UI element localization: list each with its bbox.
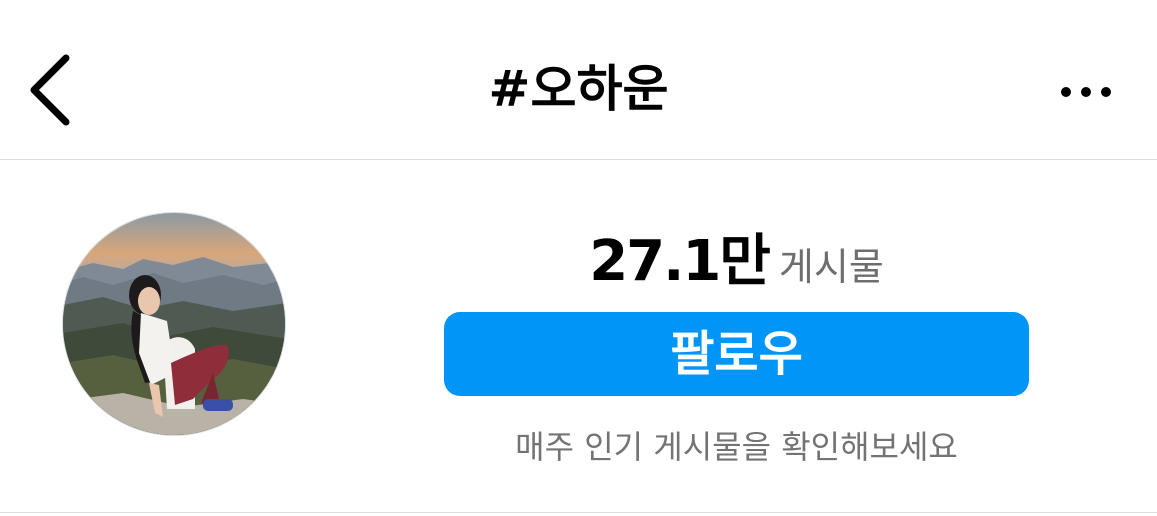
section-divider <box>0 512 1157 513</box>
hashtag-cover-image <box>63 213 285 435</box>
post-count: 27.1만 게시물 <box>444 216 1029 297</box>
hashtag-avatar <box>62 212 286 436</box>
ellipsis-horizontal-icon <box>1061 87 1111 97</box>
hashtag-profile-section: 27.1만 게시물 팔로우 매주 인기 게시물을 확인해보세요 <box>0 160 1157 512</box>
post-count-value: 27.1만 <box>589 229 771 294</box>
post-count-label: 게시물 <box>778 245 884 289</box>
weekly-top-posts-caption: 매주 인기 게시물을 확인해보세요 <box>515 428 958 466</box>
top-navigation-bar: #오하운 <box>0 0 1157 160</box>
page-title: #오하운 <box>488 60 669 118</box>
more-options-button[interactable] <box>1056 80 1116 104</box>
follow-button[interactable]: 팔로우 <box>444 312 1029 396</box>
